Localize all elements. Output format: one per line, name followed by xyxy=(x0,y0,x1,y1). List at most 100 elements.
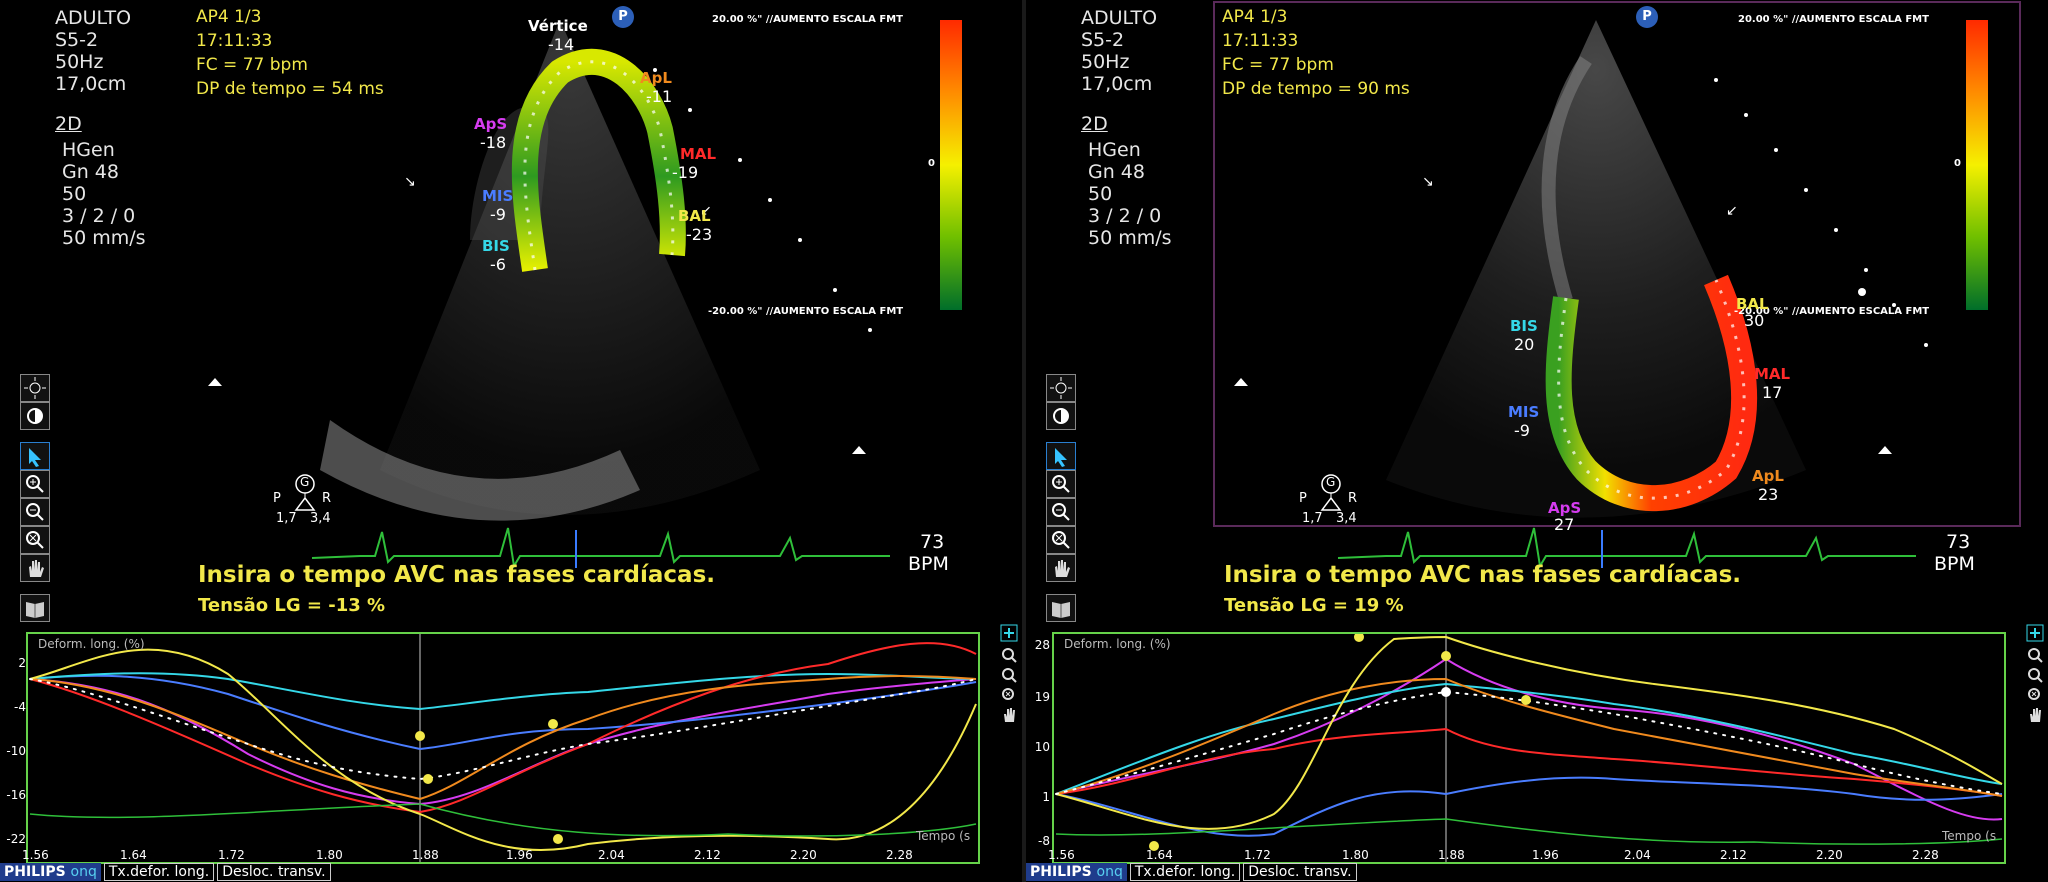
xtick: 1.64 xyxy=(120,848,147,862)
zoom-in-icon[interactable] xyxy=(1046,470,1076,498)
scale-mid-label: 0 xyxy=(928,158,935,169)
ytick: 10 xyxy=(1034,740,1050,754)
xtick: 2.04 xyxy=(1624,848,1651,862)
right-strain-graph[interactable]: Deform. long. (%) 28 19 10 1 -8 Tempo (s xyxy=(1035,632,2006,864)
seg-mis-value: -9 xyxy=(1514,421,1530,440)
seg-bis-value: 20 xyxy=(1514,335,1535,354)
contrast-icon[interactable] xyxy=(20,402,50,430)
xtick: 1.64 xyxy=(1146,848,1173,862)
scale-mid-label: 0 xyxy=(1954,158,1961,169)
seg-apl-label: ApL xyxy=(1752,467,1784,485)
scale-top-label: 20.00 %" //AUMENTO ESCALA FMT xyxy=(1738,14,1929,25)
graph-hand-icon[interactable] xyxy=(2026,706,2044,724)
zoom-reset-icon[interactable] xyxy=(1046,526,1076,554)
left-strain-graph[interactable]: Deform. long. (%) 2 -4 -10 -16 -22 Tempo… xyxy=(6,632,980,864)
graph-zoom-reset-icon[interactable] xyxy=(2026,686,2044,704)
seg-apl-value: -11 xyxy=(646,87,673,106)
left-graph-plot xyxy=(29,634,977,862)
bpm-unit: BPM xyxy=(1934,553,1975,575)
probe-r: R xyxy=(322,491,332,506)
contrast-icon[interactable] xyxy=(1046,402,1076,430)
param-freq: HGen xyxy=(62,139,115,161)
param-gain: Gn 48 xyxy=(1088,161,1145,183)
right-footer: PHILIPS onq Tx.defor. long. Desloc. tran… xyxy=(1026,862,1357,882)
probe-letter: G xyxy=(300,475,310,489)
book-icon[interactable] xyxy=(20,594,50,622)
heart-rate: FC = 77 bpm xyxy=(196,55,308,75)
ytick: -4 xyxy=(14,700,26,714)
left-panel: ↘ ↙ ADULTO S5-2 50Hz 17,0cm 2D HGen Gn 4… xyxy=(0,0,1022,882)
left-ecg-trace xyxy=(311,527,890,569)
xtick: 1.56 xyxy=(1048,848,1075,862)
gls-strain: Tensão LG = -13 % xyxy=(198,595,386,616)
param-persist: 3 / 2 / 0 xyxy=(1088,205,1162,227)
seg-aps-value: -18 xyxy=(480,133,507,152)
seg-apl-value: 23 xyxy=(1758,485,1779,504)
seg-mal-label: MAL xyxy=(1754,365,1791,383)
p-badge-icon[interactable]: P xyxy=(1636,6,1658,28)
time-dispersion: DP de tempo = 54 ms xyxy=(196,79,384,99)
param-gain: Gn 48 xyxy=(62,161,119,183)
pointer-icon[interactable] xyxy=(1046,442,1076,470)
brightness-icon[interactable] xyxy=(1046,374,1076,402)
graph-zoom-in-icon[interactable] xyxy=(1000,646,1018,664)
probe-p: P xyxy=(1299,491,1307,506)
graph-zoom-out-icon[interactable] xyxy=(2026,666,2044,684)
ytick: 19 xyxy=(1034,690,1050,704)
book-icon[interactable] xyxy=(1046,594,1076,622)
heart-rate: FC = 77 bpm xyxy=(1222,55,1334,75)
philips-logo: PHILIPS onq xyxy=(0,863,101,881)
tab-long-strain[interactable]: Tx.defor. long. xyxy=(1129,863,1241,881)
xtick: 1.88 xyxy=(1438,848,1465,862)
seg-mal-value: 17 xyxy=(1762,383,1783,402)
ytick: -16 xyxy=(6,788,26,802)
p-badge-icon[interactable]: P xyxy=(612,6,634,28)
probe-p: P xyxy=(273,491,281,506)
brightness-icon[interactable] xyxy=(20,374,50,402)
graph-add-icon[interactable] xyxy=(2026,624,2044,642)
seg-apl-label: ApL xyxy=(640,69,672,87)
clock-time: 17:11:33 xyxy=(196,31,273,51)
bpm-value: 73 xyxy=(1946,531,1971,553)
graph-zoom-reset-icon[interactable] xyxy=(1000,686,1018,704)
seg-aps-value: 27 xyxy=(1554,515,1575,534)
xtick: 2.20 xyxy=(790,848,817,862)
tab-long-strain[interactable]: Tx.defor. long. xyxy=(103,863,215,881)
xtick: 1.56 xyxy=(22,848,49,862)
seg-bis-label: BIS xyxy=(482,237,510,255)
tab-transverse-displacement[interactable]: Desloc. transv. xyxy=(1243,863,1357,881)
graph-zoom-in-icon[interactable] xyxy=(2026,646,2044,664)
tab-transverse-displacement[interactable]: Desloc. transv. xyxy=(217,863,331,881)
right-graph-plot xyxy=(1055,634,2003,862)
time-dispersion: DP de tempo = 90 ms xyxy=(1222,79,1410,99)
frame-rate: 50Hz xyxy=(1081,51,1130,73)
gls-strain: Tensão LG = 19 % xyxy=(1224,595,1404,616)
seg-bis-label: BIS xyxy=(1510,317,1538,335)
bpm-value: 73 xyxy=(920,531,945,553)
instruction-text: Insira o tempo AVC nas fases cardíacas. xyxy=(198,562,715,588)
zoom-in-icon[interactable] xyxy=(20,470,50,498)
ytick: 28 xyxy=(1034,638,1050,652)
zoom-out-icon[interactable] xyxy=(1046,498,1076,526)
seg-mal-label: MAL xyxy=(680,145,717,163)
param-freq: HGen xyxy=(1088,139,1141,161)
probe-r: R xyxy=(1348,491,1358,506)
seg-mal-value: -19 xyxy=(672,163,699,182)
pan-hand-icon[interactable] xyxy=(1046,554,1076,582)
xtick: 1.80 xyxy=(1342,848,1369,862)
zoom-reset-icon[interactable] xyxy=(20,526,50,554)
param-sweep: 50 mm/s xyxy=(1088,227,1172,249)
graph-zoom-out-icon[interactable] xyxy=(1000,666,1018,684)
svg-text:↙: ↙ xyxy=(1726,203,1738,219)
svg-text:↘: ↘ xyxy=(404,174,416,190)
param-comp: 50 xyxy=(62,183,87,205)
pan-hand-icon[interactable] xyxy=(20,554,50,582)
graph-title: Deform. long. (%) xyxy=(1064,637,1171,651)
x-unit-label: Tempo (s xyxy=(916,829,971,843)
graph-add-icon[interactable] xyxy=(1000,624,1018,642)
zoom-out-icon[interactable] xyxy=(20,498,50,526)
pointer-icon[interactable] xyxy=(20,442,50,470)
depth: 17,0cm xyxy=(55,73,127,95)
graph-hand-icon[interactable] xyxy=(1000,706,1018,724)
probe-letter: G xyxy=(1326,475,1336,489)
